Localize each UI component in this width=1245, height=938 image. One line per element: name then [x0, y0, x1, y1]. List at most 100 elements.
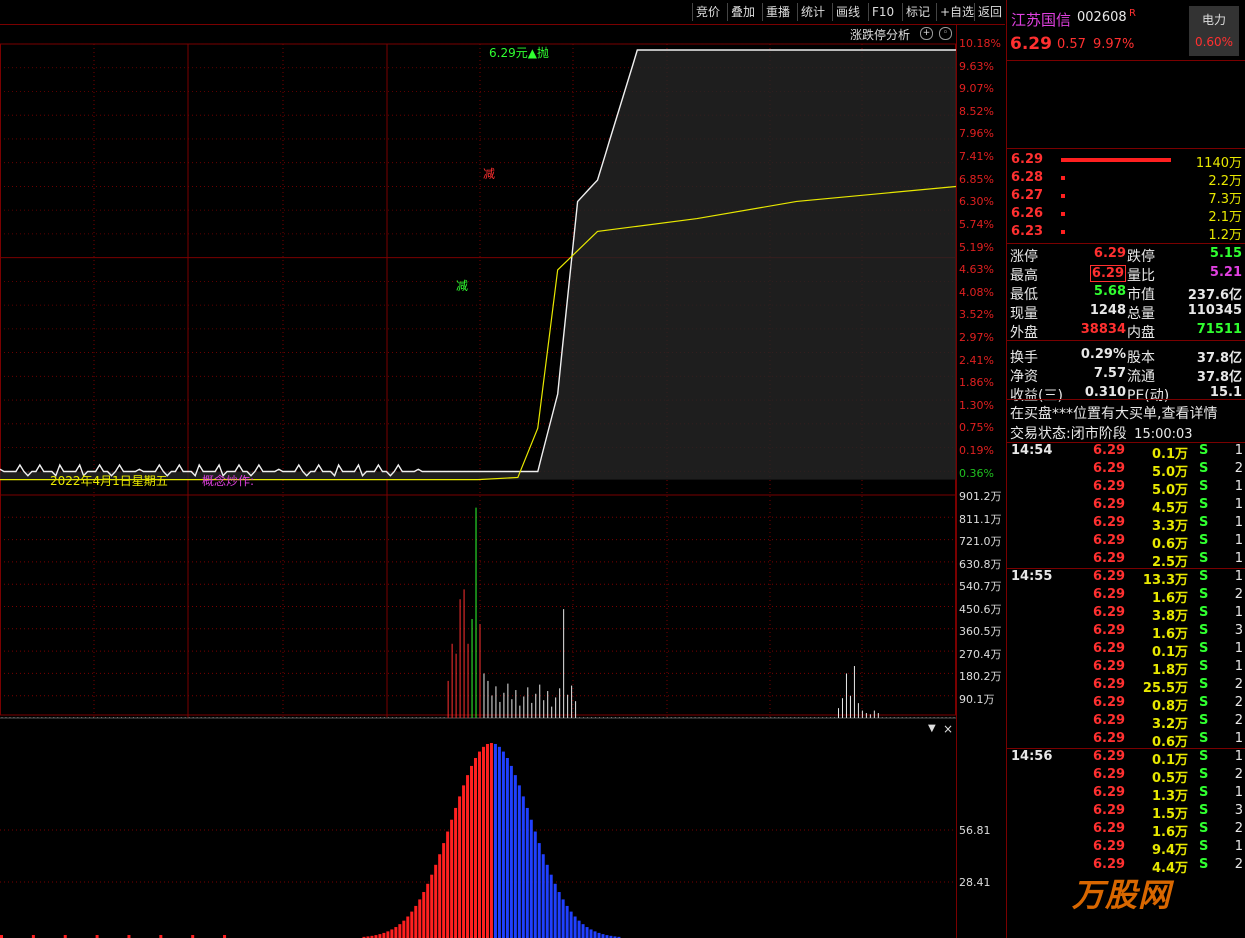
tick-row[interactable]: 6.29 0.8万 S 2	[1007, 695, 1245, 714]
tick-row[interactable]: 6.29 5.0万 S 2	[1007, 461, 1245, 480]
toolbar-button-2[interactable]: 重播	[762, 3, 793, 21]
tick-time: 14:56	[1011, 749, 1053, 764]
indicator-bar	[402, 920, 406, 938]
tick-row[interactable]: 6.29 9.4万 S 1	[1007, 839, 1245, 858]
indicator-bar	[545, 864, 549, 938]
orderbook-row[interactable]: 6.23 1.2万	[1007, 224, 1245, 243]
tick-count: 1	[1234, 569, 1243, 584]
close-icon[interactable]: ×	[943, 722, 953, 736]
tick-count: 2	[1234, 677, 1243, 692]
bid-price: 6.29	[1011, 152, 1044, 167]
price-axis-label: 3.52%	[959, 308, 994, 322]
toolbar-button-4[interactable]: 画线	[832, 3, 863, 21]
stat-value: 37.8亿	[1196, 351, 1242, 366]
price-axis-label: 6.85%	[959, 172, 994, 186]
indicator-bar	[438, 854, 442, 938]
tick-price: 6.29	[1093, 587, 1126, 602]
dropdown-icon[interactable]: ▼	[928, 723, 936, 734]
price-axis-label: 6.30%	[959, 195, 994, 209]
zoom-in-icon[interactable]: +	[920, 27, 933, 40]
tick-price: 6.29	[1093, 659, 1126, 674]
tick-row[interactable]: 6.29 1.6万 S 3	[1007, 623, 1245, 642]
stat-label: 股本	[1127, 350, 1155, 366]
indicator-bar	[390, 929, 394, 938]
stat-value: 0.310	[1084, 385, 1126, 400]
tick-row[interactable]: 14:54 6.29 0.1万 S 1	[1007, 443, 1245, 462]
indicator-bar	[485, 743, 489, 938]
orderbook-row[interactable]: 6.28 2.2万	[1007, 170, 1245, 189]
tick-row[interactable]: 6.29 0.1万 S 1	[1007, 641, 1245, 660]
orderbook-row[interactable]: 6.27 7.3万	[1007, 188, 1245, 207]
tick-price: 6.29	[1093, 497, 1126, 512]
settings-icon[interactable]: ◦	[939, 27, 952, 40]
sector-box[interactable]: 电力 0.60%	[1189, 6, 1239, 56]
orderbook-row[interactable]: 6.29 1140万	[1007, 152, 1245, 171]
volume-axis-label: 180.2万	[959, 670, 1002, 683]
tick-row[interactable]: 6.29 0.6万 S 1	[1007, 731, 1245, 750]
stats-row: 净资 7.57 流通 37.8亿	[1007, 366, 1245, 385]
stat-label: 净资	[1010, 369, 1038, 385]
toolbar-button-0[interactable]: 竞价	[692, 3, 723, 21]
tick-direction: S	[1199, 443, 1209, 458]
tick-count: 1	[1234, 749, 1243, 764]
analysis-label[interactable]: 涨跌停分析	[850, 26, 910, 43]
tick-count: 1	[1234, 515, 1243, 530]
tick-row[interactable]: 6.29 2.5万 S 1	[1007, 551, 1245, 570]
tick-time: 14:55	[1011, 569, 1053, 584]
stat-label: 流通	[1127, 369, 1155, 385]
tick-count: 1	[1234, 497, 1243, 512]
toolbar-button-5[interactable]: F10	[868, 3, 897, 21]
tick-row[interactable]: 6.29 3.8万 S 1	[1007, 605, 1245, 624]
bid-price: 6.27	[1011, 188, 1044, 203]
stat-label: PE(动)	[1127, 388, 1170, 404]
tick-volume: 0.8万	[1151, 699, 1188, 714]
stats-row: 现量 1248 总量 110345	[1007, 303, 1245, 322]
tick-row[interactable]: 6.29 25.5万 S 2	[1007, 677, 1245, 696]
tick-volume: 25.5万	[1142, 681, 1188, 696]
tick-price: 6.29	[1093, 713, 1126, 728]
tick-price: 6.29	[1093, 677, 1126, 692]
tick-volume: 5.0万	[1151, 483, 1188, 498]
tick-row[interactable]: 6.29 0.6万 S 1	[1007, 533, 1245, 552]
tick-direction: S	[1199, 767, 1209, 782]
toolbar-button-3[interactable]: 统计	[797, 3, 828, 21]
indicator-bar	[565, 905, 569, 938]
stat-value: 0.29%	[1080, 347, 1126, 362]
tick-row[interactable]: 14:56 6.29 0.1万 S 1	[1007, 749, 1245, 768]
watermark-logo: 万股网	[1072, 876, 1172, 914]
toolbar-button-6[interactable]: 标记	[902, 3, 933, 21]
tick-row[interactable]: 6.29 1.6万 S 2	[1007, 587, 1245, 606]
tick-row[interactable]: 6.29 3.3万 S 1	[1007, 515, 1245, 534]
tick-count: 1	[1234, 605, 1243, 620]
indicator-bar	[466, 775, 470, 938]
stat-value: 110345	[1187, 303, 1242, 318]
toolbar-button-7[interactable]: +自选	[936, 3, 977, 21]
stat-label: 量比	[1127, 268, 1155, 284]
indicator-bar	[513, 775, 517, 938]
toolbar-button-1[interactable]: 叠加	[727, 3, 758, 21]
tick-row[interactable]: 6.29 1.8万 S 1	[1007, 659, 1245, 678]
tick-count: 1	[1234, 443, 1243, 458]
tick-direction: S	[1199, 695, 1209, 710]
tick-direction: S	[1199, 677, 1209, 692]
tick-row[interactable]: 6.29 1.3万 S 1	[1007, 785, 1245, 804]
tick-direction: S	[1199, 533, 1209, 548]
tick-direction: S	[1199, 713, 1209, 728]
big-order-notice[interactable]: 在买盘***位置有大买单,查看详情	[1010, 403, 1217, 423]
tick-row[interactable]: 6.29 1.6万 S 2	[1007, 821, 1245, 840]
tick-row[interactable]: 6.29 5.0万 S 1	[1007, 479, 1245, 498]
volume-axis-label: 270.4万	[959, 647, 1002, 661]
tick-row[interactable]: 6.29 1.5万 S 3	[1007, 803, 1245, 822]
stat-value: 71511	[1196, 322, 1242, 337]
price-axis-label: 1.30%	[959, 398, 994, 412]
indicator-bar	[589, 929, 593, 938]
tick-row[interactable]: 6.29 3.2万 S 2	[1007, 713, 1245, 732]
tick-row[interactable]: 14:55 6.29 13.3万 S 1	[1007, 569, 1245, 588]
top-toolbar: 竞价 叠加 重播 统计 画线 F10 标记 +自选 返回	[0, 0, 1005, 25]
tick-volume: 0.5万	[1151, 771, 1188, 786]
toolbar-button-8[interactable]: 返回	[974, 3, 1005, 21]
tick-row[interactable]: 6.29 4.5万 S 1	[1007, 497, 1245, 516]
tick-row[interactable]: 6.29 0.5万 S 2	[1007, 767, 1245, 786]
orderbook-row[interactable]: 6.26 2.1万	[1007, 206, 1245, 225]
stat-label: 现量	[1010, 306, 1038, 322]
